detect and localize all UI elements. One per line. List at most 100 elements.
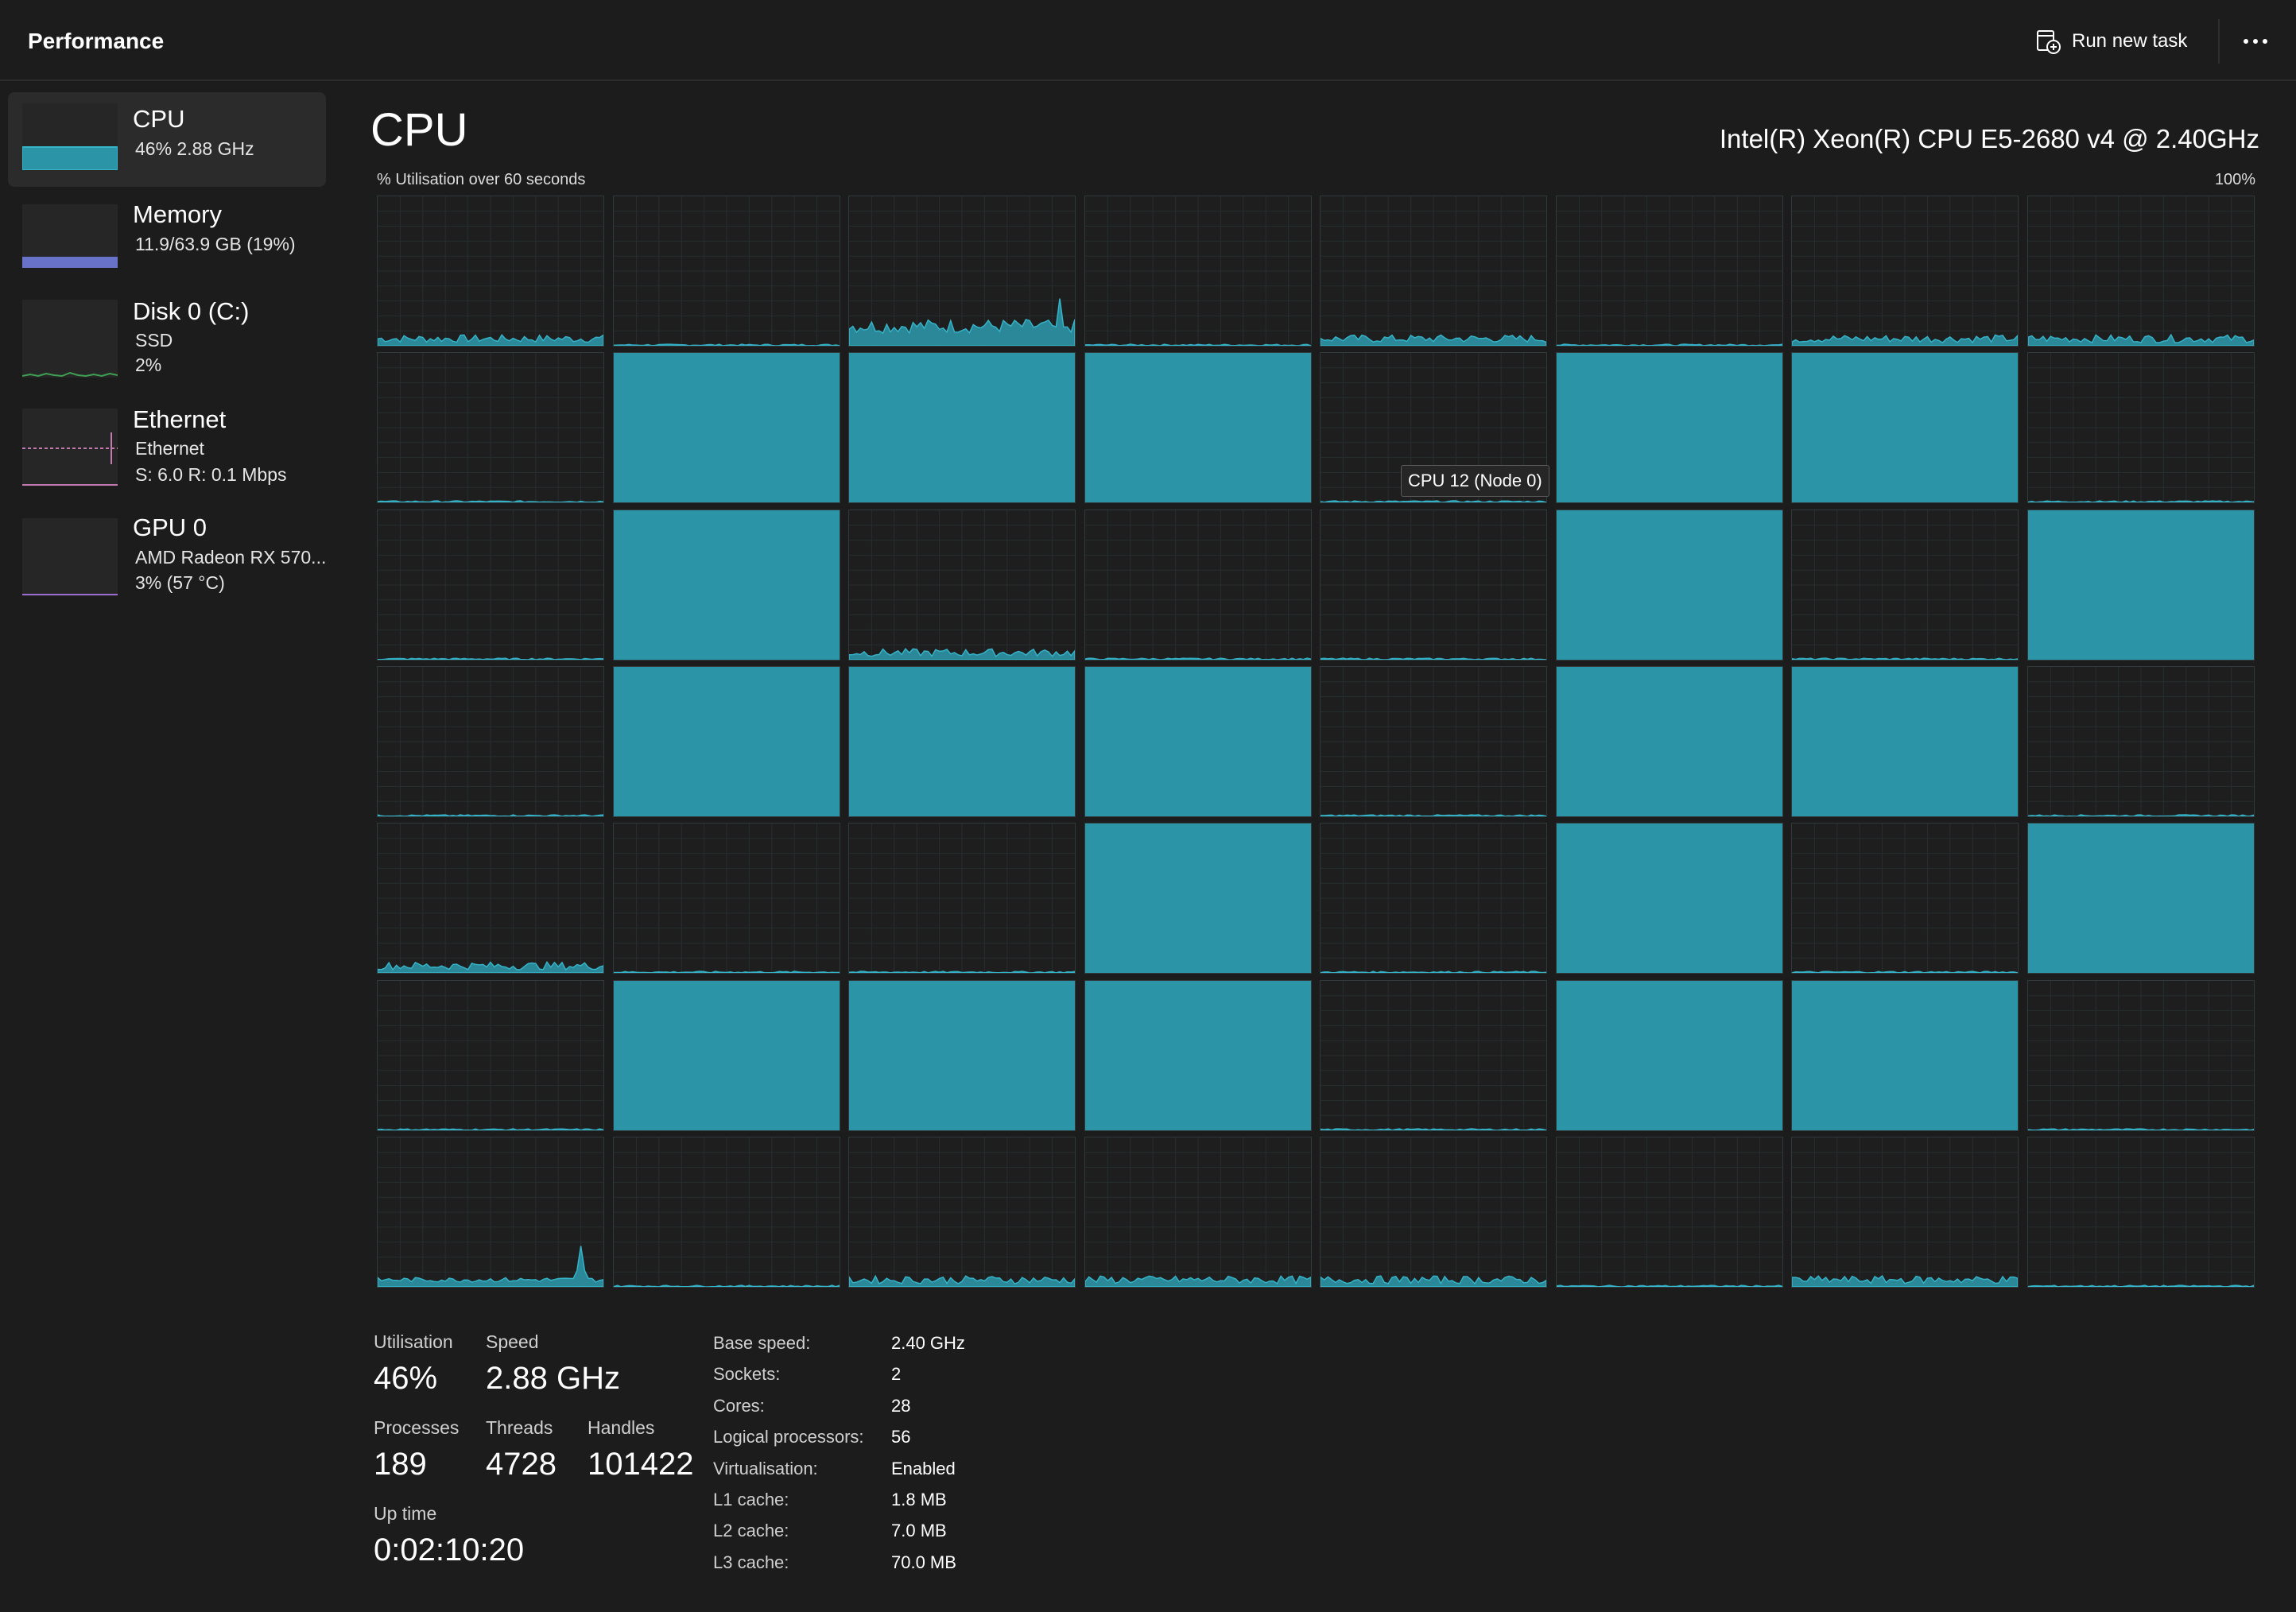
uptime-label: Up time [374,1503,437,1524]
cpu-core-graph[interactable] [1320,1136,1548,1288]
sidebar-item-label: GPU 0 [133,513,207,541]
sidebar-item-gpu[interactable]: GPU 0 AMD Radeon RX 570... 3% (57 °C) [8,509,326,604]
cpu-core-graph[interactable] [612,352,840,504]
cpu-core-graph[interactable] [1555,196,1783,347]
spec-key: Virtualisation: [713,1459,818,1478]
cpu-core-graph[interactable] [1791,196,2019,347]
cpu-core-graph[interactable] [2026,823,2255,975]
spec-key: L2 cache: [713,1521,789,1540]
cpu-core-graph[interactable] [1791,1136,2019,1288]
cpu-core-graph[interactable] [377,823,604,975]
cpu-core-graph[interactable] [1320,665,1548,817]
cpu-core-graph[interactable] [612,509,840,661]
cpu-core-graph[interactable] [848,979,1076,1131]
spec-value: Enabled [891,1459,956,1478]
cpu-core-graph[interactable] [1320,823,1548,975]
spec-value: 56 [891,1427,911,1447]
processes-label: Processes [374,1417,460,1438]
cpu-core-graph[interactable] [1791,979,2019,1131]
run-new-task-button[interactable]: Run new task [2035,24,2187,59]
sidebar-item-ethernet[interactable]: Ethernet Ethernet S: 6.0 R: 0.1 Mbps [8,397,326,493]
cpu-core-graph[interactable] [1791,823,2019,975]
cpu-core-graph[interactable] [1084,665,1312,817]
sidebar-item-disk[interactable]: Disk 0 (C:) SSD 2% [8,286,326,382]
ethernet-thumbnail-graph [22,409,118,486]
spec-key: L3 cache: [713,1552,789,1572]
spec-value: 28 [891,1396,911,1416]
spec-value: 2 [891,1364,902,1384]
spec-value: 70.0 MB [891,1552,956,1572]
cpu-core-graph[interactable] [612,196,840,347]
threads-value: 4728 [486,1447,557,1482]
cpu-core-graph[interactable] [1555,979,1783,1131]
cpu-core-graph[interactable] [612,979,840,1131]
cpu-core-graph[interactable] [1555,823,1783,975]
cpu-core-graph[interactable] [1320,196,1548,347]
sidebar-item-detail: SSD [135,330,173,351]
cpu-core-graph[interactable] [2026,196,2255,347]
speed-label: Speed [486,1331,539,1352]
task-manager-window: Performance Run new task CPU 46% 2.88 GH… [0,0,2296,1612]
cpu-core-graph[interactable] [2026,1136,2255,1288]
utilisation-value: 46% [374,1361,438,1396]
sidebar-item-cpu[interactable]: CPU 46% 2.88 GHz [8,92,326,187]
cpu-core-graph[interactable] [1555,509,1783,661]
utilisation-label: Utilisation [374,1331,453,1352]
spec-key: Base speed: [713,1333,811,1353]
cpu-core-graph[interactable] [1791,352,2019,504]
cpu-core-graph[interactable] [1555,665,1783,817]
threads-label: Threads [486,1417,553,1438]
sidebar-item-label: Disk 0 (C:) [133,297,250,325]
cpu-core-graph[interactable] [1084,196,1312,347]
cpu-core-graph[interactable] [2026,352,2255,504]
cpu-core-graph[interactable] [377,196,604,347]
cpu-core-graph[interactable] [1555,1136,1783,1288]
cpu-core-graph[interactable] [2026,665,2255,817]
spec-key: L1 cache: [713,1490,789,1509]
cpu-core-graph[interactable] [848,352,1076,504]
cpu-core-graph[interactable] [1084,823,1312,975]
cpu-core-graph[interactable] [377,1136,604,1288]
cpu-core-graph[interactable] [848,1136,1076,1288]
cpu-core-graph[interactable] [848,196,1076,347]
sidebar-item-memory[interactable]: Memory 11.9/63.9 GB (19%) [8,191,326,278]
handles-value: 101422 [588,1447,694,1482]
cpu-core-graph[interactable] [377,979,604,1131]
cpu-core-graph[interactable] [1084,352,1312,504]
sidebar-item-detail: 2% [135,355,162,375]
sidebar-item-label: Memory [133,200,222,228]
uptime-value: 0:02:10:20 [374,1533,525,1567]
cpu-core-graph[interactable] [612,1136,840,1288]
memory-thumbnail-graph [22,204,118,268]
graph-caption: % Utilisation over 60 seconds [377,171,586,188]
cpu-core-graph[interactable] [377,509,604,661]
sidebar-item-detail: 46% 2.88 GHz [135,138,254,159]
speed-value: 2.88 GHz [486,1361,620,1396]
cpu-core-graph[interactable] [1791,665,2019,817]
cpu-core-graph[interactable] [612,823,840,975]
cpu-core-graph[interactable] [377,352,604,504]
cpu-core-graph[interactable] [2026,509,2255,661]
section-title: CPU [370,104,468,156]
cpu-core-graph[interactable] [1320,509,1548,661]
cpu-core-graph[interactable] [848,509,1076,661]
sidebar-item-detail: 3% (57 °C) [135,572,225,593]
sidebar-item-detail: 11.9/63.9 GB (19%) [135,234,296,254]
cpu-core-graph[interactable] [1084,979,1312,1131]
sidebar-item-detail: AMD Radeon RX 570... [135,547,327,568]
cpu-core-graph[interactable] [848,665,1076,817]
cpu-core-graph[interactable] [612,665,840,817]
spec-key: Sockets: [713,1364,781,1384]
cpu-core-graph[interactable] [1791,509,2019,661]
cpu-core-graph[interactable] [377,665,604,817]
cpu-core-graph[interactable] [2026,979,2255,1131]
cpu-core-graph[interactable] [848,823,1076,975]
spec-value: 2.40 GHz [891,1333,965,1353]
cpu-core-graph[interactable] [1084,509,1312,661]
cpu-core-graph[interactable] [1084,1136,1312,1288]
spec-key: Cores: [713,1396,765,1416]
more-options-button[interactable] [2238,24,2273,59]
cpu-core-graph[interactable] [1555,352,1783,504]
header-divider [2218,19,2220,64]
cpu-core-graph[interactable] [1320,979,1548,1131]
